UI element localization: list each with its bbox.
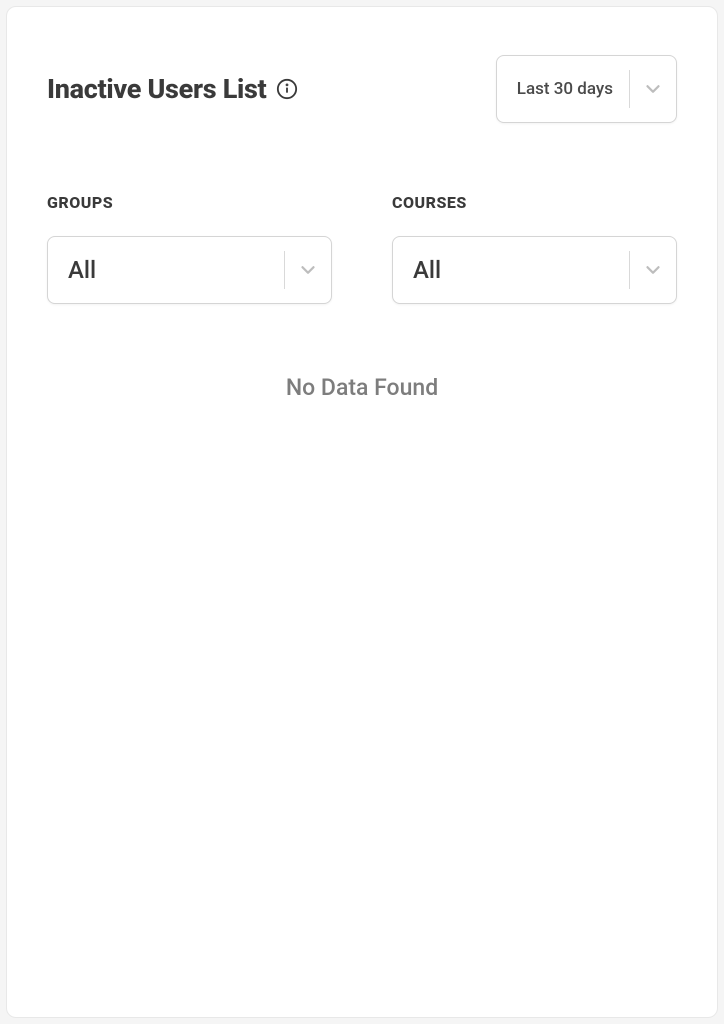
groups-select[interactable]: All: [47, 236, 332, 304]
courses-filter: COURSES All: [392, 193, 677, 304]
date-range-select[interactable]: Last 30 days: [496, 55, 677, 123]
chevron-down-icon: [630, 78, 664, 100]
date-range-value: Last 30 days: [517, 79, 629, 99]
select-right: [284, 251, 319, 289]
filters-row: GROUPS All COURSES All: [47, 193, 677, 304]
page-title: Inactive Users List: [47, 73, 266, 105]
groups-value: All: [68, 256, 96, 284]
card-header: Inactive Users List Last 30 days: [47, 55, 677, 123]
courses-select[interactable]: All: [392, 236, 677, 304]
groups-label: GROUPS: [47, 193, 332, 212]
select-right: [629, 251, 664, 289]
chevron-down-icon: [630, 259, 664, 281]
title-wrap: Inactive Users List: [47, 73, 298, 105]
courses-label: COURSES: [392, 193, 677, 212]
info-icon[interactable]: [276, 78, 298, 100]
groups-filter: GROUPS All: [47, 193, 332, 304]
courses-value: All: [413, 256, 441, 284]
chevron-down-icon: [285, 259, 319, 281]
inactive-users-card: Inactive Users List Last 30 days GROUPS: [6, 6, 718, 1018]
empty-state-message: No Data Found: [47, 374, 677, 401]
